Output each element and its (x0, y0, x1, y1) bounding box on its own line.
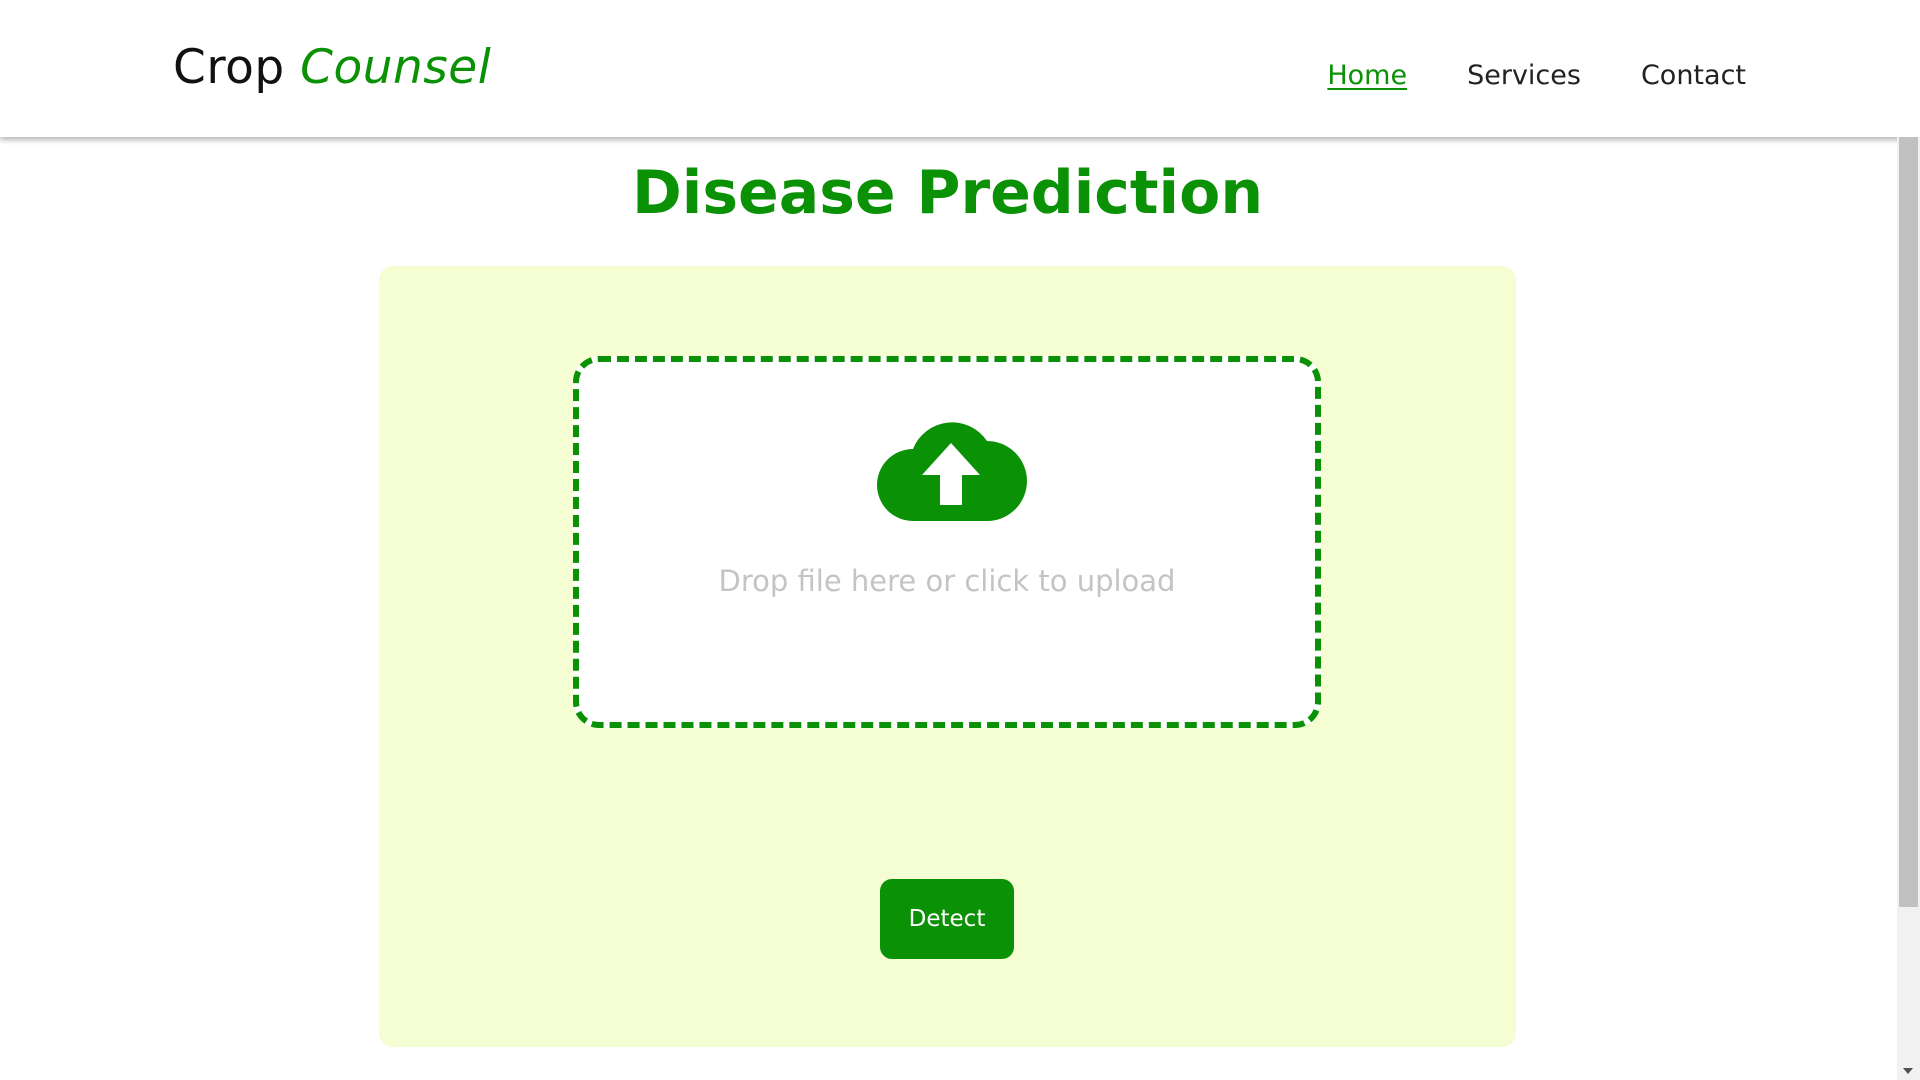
file-dropzone[interactable]: Drop file here or click to upload (573, 356, 1321, 728)
navbar: Crop Counsel Home Services Contact (0, 0, 1920, 137)
nav-link-contact[interactable]: Contact (1641, 60, 1746, 91)
vertical-scrollbar[interactable] (1897, 137, 1920, 1080)
page: Crop Counsel Home Services Contact Disea… (0, 0, 1920, 1080)
prediction-panel: Drop file here or click to upload Detect (379, 266, 1516, 1047)
dropzone-instructions: Drop file here or click to upload (718, 564, 1176, 598)
brand-name-second: Counsel (300, 40, 492, 95)
page-title: Disease Prediction (631, 158, 1264, 228)
nav-link-services[interactable]: Services (1467, 60, 1581, 91)
scrollbar-thumb[interactable] (1899, 137, 1918, 907)
scroll-down-arrow-icon[interactable] (1903, 1068, 1913, 1074)
nav-link-home[interactable]: Home (1327, 60, 1407, 91)
cloud-upload-icon (877, 422, 1027, 521)
brand-logo[interactable]: Crop Counsel (173, 40, 491, 95)
detect-button[interactable]: Detect (880, 879, 1014, 959)
brand-name-first: Crop (173, 40, 285, 95)
nav-links: Home Services Contact (1327, 60, 1746, 91)
